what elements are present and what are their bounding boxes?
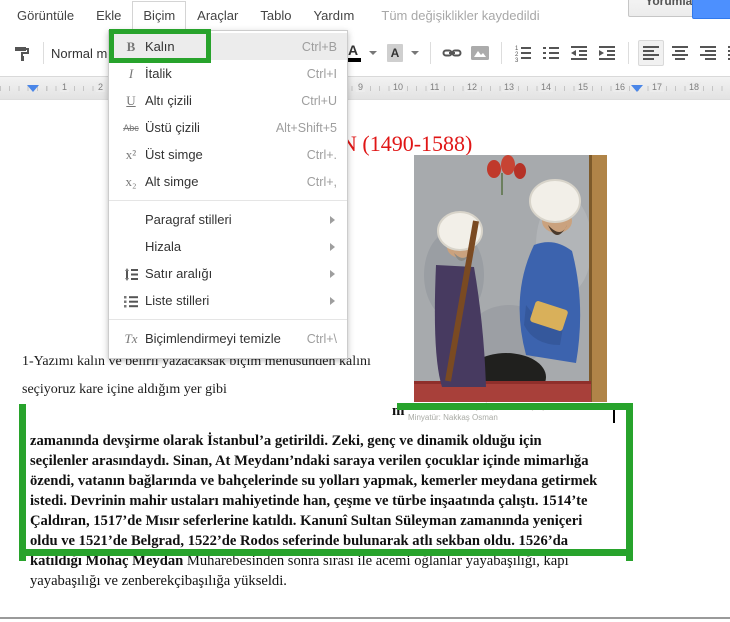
save-status-text: Tüm değişiklikler kaydedildi (381, 7, 540, 23)
toolbar-separator (501, 42, 502, 64)
menu-item-superscript[interactable]: x² Üst simge Ctrl+. (109, 141, 347, 168)
toolbar-separator (430, 42, 431, 64)
align-left-icon (643, 46, 659, 60)
insert-link-button[interactable] (440, 41, 464, 65)
ruler-number: 15 (576, 82, 591, 92)
bold-paragraph-line: oldu ve 1521’de Belgrad, 1522’de Rodos s… (30, 533, 569, 549)
menu-bar: Görüntüle Ekle Biçim Araçlar Tablo Yardı… (0, 0, 730, 30)
google-docs-window: { "menubar": { "items": [ {"label": "Gör… (0, 0, 730, 622)
align-left-button[interactable] (638, 40, 664, 66)
strikethrough-icon: Abc (123, 122, 139, 133)
menu-item-subscript[interactable]: x₂ Alt simge Ctrl+, (109, 168, 347, 195)
ruler-number: 12 (465, 82, 480, 92)
outdent-icon (571, 46, 587, 60)
highlight-dropdown-arrow[interactable] (411, 51, 419, 55)
list-styles-icon (117, 293, 145, 309)
annotation-box-paragraph-left (19, 404, 26, 561)
menu-insert[interactable]: Ekle (85, 2, 132, 29)
submenu-arrow-icon (330, 215, 335, 224)
paint-roller-icon (15, 47, 29, 61)
ruler-number: 18 (687, 82, 702, 92)
menu-item-line-spacing[interactable]: Satır aralığı (109, 260, 347, 287)
clear-formatting-icon: Tx (124, 330, 138, 346)
ruler-number: 2 (96, 82, 106, 92)
annotation-box-paragraph-bottom (19, 549, 633, 556)
paragraph-last-line: yayabaşılığı ve zenberekçibaşılığa yükse… (30, 573, 287, 589)
annotation-box-paragraph-top (397, 403, 633, 410)
line-spacing-icon (117, 266, 145, 282)
highlight-color-button[interactable]: A (383, 41, 407, 65)
bold-paragraph-line: özendi, vatanın bağlarında ve bahçelerin… (30, 473, 598, 489)
format-dropdown-menu: B Kalın Ctrl+B I İtalik Ctrl+I U Altı çi… (108, 30, 348, 359)
align-right-button[interactable] (696, 41, 720, 65)
bold-paragraph-line: zamanında devşirme olarak İstanbul’a get… (30, 433, 542, 449)
subscript-icon: x₂ (125, 173, 137, 189)
align-center-button[interactable] (668, 41, 692, 65)
svg-text:3: 3 (515, 58, 519, 62)
bulleted-list-icon (543, 47, 559, 59)
increase-indent-button[interactable] (595, 41, 619, 65)
left-indent-marker[interactable] (27, 85, 39, 92)
right-indent-marker[interactable] (631, 85, 643, 92)
ruler-number: 1 (60, 82, 70, 92)
image-caption-line2: Minyatür: Nakkaş Osman (408, 413, 498, 422)
menu-item-align[interactable]: Hizala (109, 233, 347, 260)
ruler-number: 17 (650, 82, 665, 92)
annotation-box-paragraph-right (626, 404, 633, 561)
bold-paragraph-line: seçilenler arasındaydı. Sinan, At Meydan… (30, 453, 589, 469)
superscript-icon: x² (125, 146, 137, 162)
menu-tools[interactable]: Araçlar (186, 2, 249, 29)
share-button-fragment[interactable] (692, 0, 730, 19)
menu-separator (109, 319, 347, 320)
highlight-color-icon: A (386, 44, 404, 62)
italic-icon: I (128, 65, 134, 81)
menu-item-paragraph-styles[interactable]: Paragraf stilleri (109, 206, 347, 233)
menu-view[interactable]: Görüntüle (6, 2, 85, 29)
numbered-list-icon: 123 (515, 46, 531, 62)
annotation-box-bold-menu-item (109, 29, 211, 63)
menu-table[interactable]: Tablo (249, 2, 302, 29)
bold-paragraph: zamanında devşirme olarak İstanbul’a get… (30, 431, 630, 591)
paint-format-button[interactable] (10, 41, 34, 65)
menu-item-clear-formatting[interactable]: Tx Biçimlendirmeyi temizle Ctrl+\ (109, 325, 347, 352)
submenu-arrow-icon (330, 242, 335, 251)
paragraph-style-selector[interactable]: Normal me... (51, 46, 111, 61)
decrease-indent-button[interactable] (567, 41, 591, 65)
ruler-number: 16 (613, 82, 628, 92)
document-title: N (1490-1588) (341, 131, 473, 156)
align-right-icon (700, 46, 716, 60)
ruler-number: 9 (356, 82, 366, 92)
ruler-number: 13 (502, 82, 517, 92)
submenu-arrow-icon (330, 269, 335, 278)
justify-button[interactable] (724, 41, 730, 65)
page-bottom-edge (0, 617, 730, 619)
menu-item-strikethrough[interactable]: Abc Üstü çizili Alt+Shift+5 (109, 114, 347, 141)
bold-paragraph-line: istedi. Devrinin mahir ustaları mahiyeti… (30, 493, 588, 509)
ruler-number: 11 (428, 82, 442, 92)
bold-paragraph-line: Çaldıran, 1517’de Mısır seferlerine katı… (30, 513, 583, 529)
menu-separator (109, 200, 347, 201)
toolbar-separator (628, 42, 629, 64)
indent-icon (599, 46, 615, 60)
text-color-dropdown-arrow[interactable] (369, 51, 377, 55)
align-center-icon (672, 46, 688, 60)
toolbar-separator (43, 42, 44, 64)
menu-item-list-styles[interactable]: Liste stilleri (109, 287, 347, 314)
link-icon (442, 49, 462, 57)
submenu-arrow-icon (330, 296, 335, 305)
ruler-number: 14 (539, 82, 554, 92)
menu-item-underline[interactable]: U Altı çizili Ctrl+U (109, 87, 347, 114)
menu-help[interactable]: Yardım (302, 2, 365, 29)
underline-icon: U (126, 92, 136, 108)
bulleted-list-button[interactable] (539, 41, 563, 65)
insert-image-button[interactable] (468, 41, 492, 65)
image-icon (471, 46, 489, 60)
ruler-number: 10 (391, 82, 406, 92)
menu-item-italic[interactable]: I İtalik Ctrl+I (109, 60, 347, 87)
miniature-painting-image[interactable] (414, 155, 607, 402)
numbered-list-button[interactable]: 123 (511, 41, 535, 65)
ottoman-miniature-illustration (414, 155, 607, 402)
menu-format[interactable]: Biçim (132, 1, 187, 29)
